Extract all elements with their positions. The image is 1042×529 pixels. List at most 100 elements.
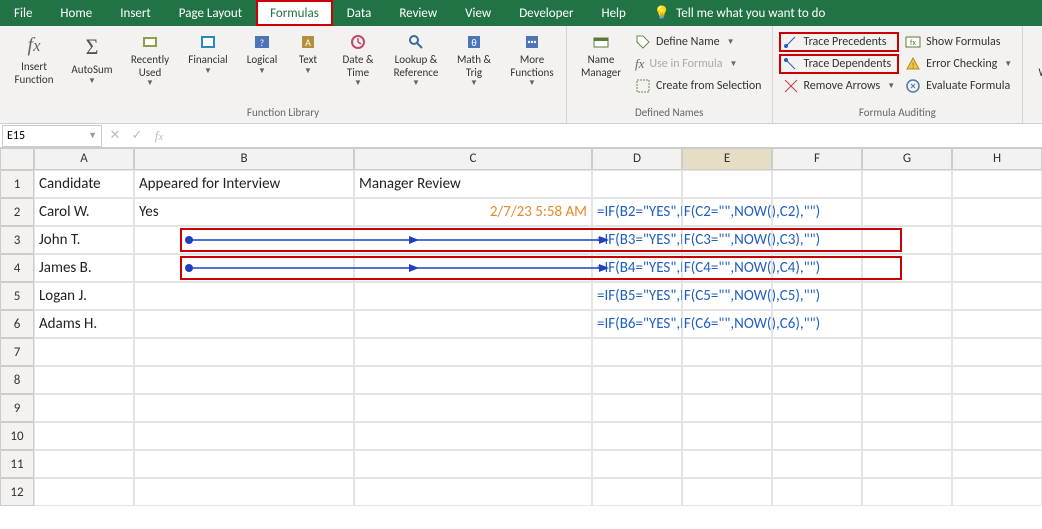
cell-c3[interactable] <box>354 226 592 254</box>
formula-input[interactable] <box>170 125 1042 147</box>
cell-e11[interactable] <box>682 450 772 478</box>
cell-c11[interactable] <box>354 450 592 478</box>
cell-d12[interactable] <box>592 478 682 506</box>
col-header-e[interactable]: E <box>682 148 772 170</box>
autosum-button[interactable]: Σ AutoSum ▼ <box>64 30 120 86</box>
cell-g7[interactable] <box>862 338 952 366</box>
cell-g4[interactable] <box>862 254 952 282</box>
cell-e1[interactable] <box>682 170 772 198</box>
cell-a7[interactable] <box>34 338 134 366</box>
name-manager-button[interactable]: Name Manager <box>573 30 629 79</box>
cell-h8[interactable] <box>952 366 1042 394</box>
col-header-f[interactable]: F <box>772 148 862 170</box>
cell-f7[interactable] <box>772 338 862 366</box>
insert-function-button[interactable]: fx Insert Function <box>6 30 62 86</box>
tab-pagelayout[interactable]: Page Layout <box>165 0 256 26</box>
evaluate-formula-button[interactable]: Evaluate Formula <box>901 76 1016 96</box>
fx-icon[interactable]: fx <box>148 128 170 144</box>
cell-h7[interactable] <box>952 338 1042 366</box>
cell-d9[interactable] <box>592 394 682 422</box>
col-header-d[interactable]: D <box>592 148 682 170</box>
cell-d6[interactable]: =IF(B6="YES",IF(C6="",NOW(),C6),"") <box>592 310 682 338</box>
cell-c1[interactable]: Manager Review <box>354 170 592 198</box>
cell-f2[interactable] <box>772 198 862 226</box>
spreadsheet-grid[interactable]: A B C D E F G H 1 Candidate Appeared for… <box>0 148 1042 506</box>
cell-a1[interactable]: Candidate <box>34 170 134 198</box>
row-header-6[interactable]: 6 <box>0 310 34 338</box>
col-header-g[interactable]: G <box>862 148 952 170</box>
trace-precedents-button[interactable]: Trace Precedents <box>779 32 900 52</box>
cell-d7[interactable] <box>592 338 682 366</box>
lookup-button[interactable]: Lookup & Reference ▼ <box>388 30 444 88</box>
cell-e12[interactable] <box>682 478 772 506</box>
cell-d8[interactable] <box>592 366 682 394</box>
cell-h10[interactable] <box>952 422 1042 450</box>
cell-g5[interactable] <box>862 282 952 310</box>
trace-dependents-button[interactable]: Trace Dependents <box>779 54 900 74</box>
cell-h9[interactable] <box>952 394 1042 422</box>
cell-e6[interactable] <box>682 310 772 338</box>
math-trig-button[interactable]: θ Math & Trig ▼ <box>446 30 502 88</box>
define-name-button[interactable]: Define Name▼ <box>631 32 766 52</box>
create-from-selection-button[interactable]: Create from Selection <box>631 76 766 96</box>
cell-c9[interactable] <box>354 394 592 422</box>
cell-b2[interactable]: Yes <box>134 198 354 226</box>
cell-h2[interactable] <box>952 198 1042 226</box>
cell-e3[interactable] <box>682 226 772 254</box>
more-functions-button[interactable]: More Functions ▼ <box>504 30 560 88</box>
cell-b10[interactable] <box>134 422 354 450</box>
tab-home[interactable]: Home <box>46 0 106 26</box>
watch-window-button[interactable]: Watch Window <box>1029 30 1042 79</box>
cell-e7[interactable] <box>682 338 772 366</box>
remove-arrows-button[interactable]: Remove Arrows▼ <box>779 76 900 96</box>
tab-file[interactable]: File <box>0 0 46 26</box>
name-box[interactable]: E15 ▼ <box>2 125 102 147</box>
col-header-h[interactable]: H <box>952 148 1042 170</box>
cell-a10[interactable] <box>34 422 134 450</box>
cell-e10[interactable] <box>682 422 772 450</box>
cell-f4[interactable] <box>772 254 862 282</box>
cell-a5[interactable]: Logan J. <box>34 282 134 310</box>
cell-c12[interactable] <box>354 478 592 506</box>
col-header-c[interactable]: C <box>354 148 592 170</box>
cell-h11[interactable] <box>952 450 1042 478</box>
cell-c7[interactable] <box>354 338 592 366</box>
cell-e2[interactable] <box>682 198 772 226</box>
cell-g9[interactable] <box>862 394 952 422</box>
select-all-corner[interactable] <box>0 148 34 170</box>
cell-d2[interactable]: =IF(B2="YES",IF(C2="",NOW(),C2),"") <box>592 198 682 226</box>
cell-c5[interactable] <box>354 282 592 310</box>
financial-button[interactable]: Financial ▼ <box>180 30 236 76</box>
cell-c6[interactable] <box>354 310 592 338</box>
cell-h12[interactable] <box>952 478 1042 506</box>
row-header-3[interactable]: 3 <box>0 226 34 254</box>
cell-h1[interactable] <box>952 170 1042 198</box>
cell-b12[interactable] <box>134 478 354 506</box>
row-header-1[interactable]: 1 <box>0 170 34 198</box>
cell-f9[interactable] <box>772 394 862 422</box>
cell-b5[interactable] <box>134 282 354 310</box>
cell-g8[interactable] <box>862 366 952 394</box>
recently-used-button[interactable]: Recently Used ▼ <box>122 30 178 88</box>
cell-d4[interactable]: =IF(B4="YES",IF(C4="",NOW(),C4),"") <box>592 254 682 282</box>
cell-e8[interactable] <box>682 366 772 394</box>
cell-b9[interactable] <box>134 394 354 422</box>
row-header-9[interactable]: 9 <box>0 394 34 422</box>
row-header-5[interactable]: 5 <box>0 282 34 310</box>
tell-me-search[interactable]: 💡 Tell me what you want to do <box>640 0 840 26</box>
tab-insert[interactable]: Insert <box>106 0 165 26</box>
cell-f12[interactable] <box>772 478 862 506</box>
cell-h4[interactable] <box>952 254 1042 282</box>
cell-c10[interactable] <box>354 422 592 450</box>
cell-g11[interactable] <box>862 450 952 478</box>
text-button[interactable]: A Text ▼ <box>288 30 328 76</box>
row-header-11[interactable]: 11 <box>0 450 34 478</box>
cell-a12[interactable] <box>34 478 134 506</box>
tab-view[interactable]: View <box>451 0 505 26</box>
show-formulas-button[interactable]: fx Show Formulas <box>901 32 1016 52</box>
cell-a8[interactable] <box>34 366 134 394</box>
cell-g2[interactable] <box>862 198 952 226</box>
cell-g3[interactable] <box>862 226 952 254</box>
cell-h3[interactable] <box>952 226 1042 254</box>
cell-g6[interactable] <box>862 310 952 338</box>
